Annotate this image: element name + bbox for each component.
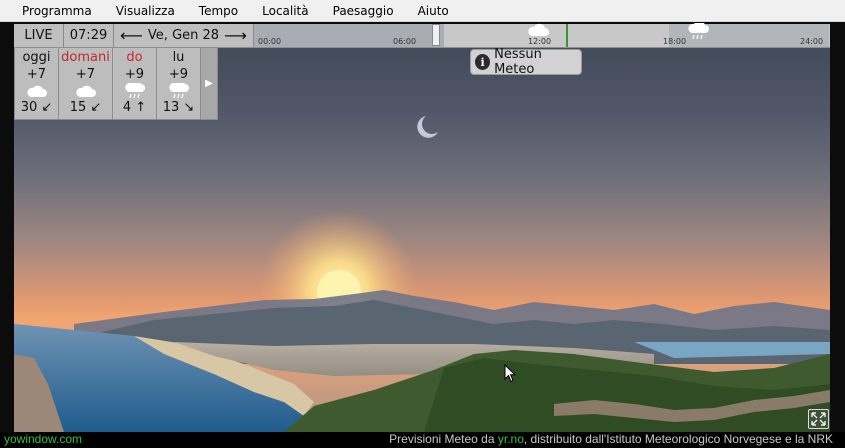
time-slider-handle[interactable] <box>432 24 440 46</box>
day-temp: +9 <box>168 67 189 82</box>
next-day-arrow-icon[interactable]: ⟶ <box>224 27 247 44</box>
tick-label: 00:00 <box>258 37 282 46</box>
date-navigator: ⟵ Ve, Gen 28 ⟶ <box>114 24 254 47</box>
cloud-icon <box>528 23 549 36</box>
info-icon: i <box>475 54 491 70</box>
forecast-panel: oggi +7 30 ↙ domani +7 15 ↙ do +9 4 ↑ lu… <box>14 48 218 120</box>
tick-label: 24:00 <box>800 37 824 46</box>
timeline-slider[interactable]: 00:00 06:00 12:00 18:00 24:00 <box>254 23 830 47</box>
day-wind: 30 ↙ <box>20 100 53 115</box>
current-time-marker <box>566 24 568 47</box>
menu-localita[interactable]: Località <box>250 0 321 22</box>
day-name: oggi <box>22 50 51 65</box>
mouse-cursor-icon <box>504 364 516 383</box>
forecast-day-domani[interactable]: domani +7 15 ↙ <box>59 48 113 119</box>
cloud-icon <box>15 83 58 99</box>
day-name: lu <box>172 50 185 65</box>
expand-icon <box>811 412 826 426</box>
cloud-rain-icon <box>157 83 200 99</box>
brand-link[interactable]: yowindow.com <box>4 432 82 446</box>
day-wind: 15 ↙ <box>69 100 102 115</box>
day-wind: 13 ↘ <box>162 100 195 115</box>
day-temp: +9 <box>124 67 145 82</box>
day-temp: +7 <box>26 67 47 82</box>
menu-tempo[interactable]: Tempo <box>187 0 250 22</box>
no-weather-label: Nessun Meteo <box>494 47 542 77</box>
moon <box>417 116 438 138</box>
menu-visualizza[interactable]: Visualizza <box>104 0 187 22</box>
cloud-rain-icon <box>688 23 709 40</box>
menu-bar: Programma Visualizza Tempo Località Paes… <box>0 0 845 22</box>
live-button[interactable]: LIVE <box>14 24 64 47</box>
date-label: Ve, Gen 28 <box>147 28 220 43</box>
day-name: do <box>126 50 143 65</box>
tick-label: 06:00 <box>393 37 417 46</box>
day-name: domani <box>61 50 110 65</box>
menu-paesaggio[interactable]: Paesaggio <box>321 0 406 22</box>
menu-aiuto[interactable]: Aiuto <box>406 0 461 22</box>
yr-link[interactable]: yr.no <box>498 432 524 446</box>
forecast-day-lu[interactable]: lu +9 13 ↘ <box>157 48 201 119</box>
credit-text: Previsioni Meteo da yr.no, distribuito d… <box>389 432 833 446</box>
time-display[interactable]: 07:29 <box>64 24 114 47</box>
footer: yowindow.com Previsioni Meteo da yr.no, … <box>0 432 845 448</box>
cloud-rain-icon <box>113 83 156 99</box>
day-temp: +7 <box>75 67 96 82</box>
menu-programma[interactable]: Programma <box>10 0 104 22</box>
tick-label: 18:00 <box>663 37 687 46</box>
cloud-icon <box>59 83 112 99</box>
forecast-day-oggi[interactable]: oggi +7 30 ↙ <box>15 48 59 119</box>
credit-suffix: , distribuito dall'Istituto Meteorologic… <box>523 432 833 446</box>
no-weather-button[interactable]: i Nessun Meteo <box>470 47 582 77</box>
prev-day-arrow-icon[interactable]: ⟵ <box>120 27 143 44</box>
fullscreen-button[interactable] <box>808 409 829 429</box>
forecast-day-do[interactable]: do +9 4 ↑ <box>113 48 157 119</box>
forecast-next-arrow-icon[interactable]: ▶ <box>201 48 217 119</box>
top-bar: LIVE 07:29 ⟵ Ve, Gen 28 ⟶ 00:00 06:00 12… <box>14 23 830 48</box>
day-wind: 4 ↑ <box>122 100 147 115</box>
credit-prefix: Previsioni Meteo da <box>389 432 495 446</box>
